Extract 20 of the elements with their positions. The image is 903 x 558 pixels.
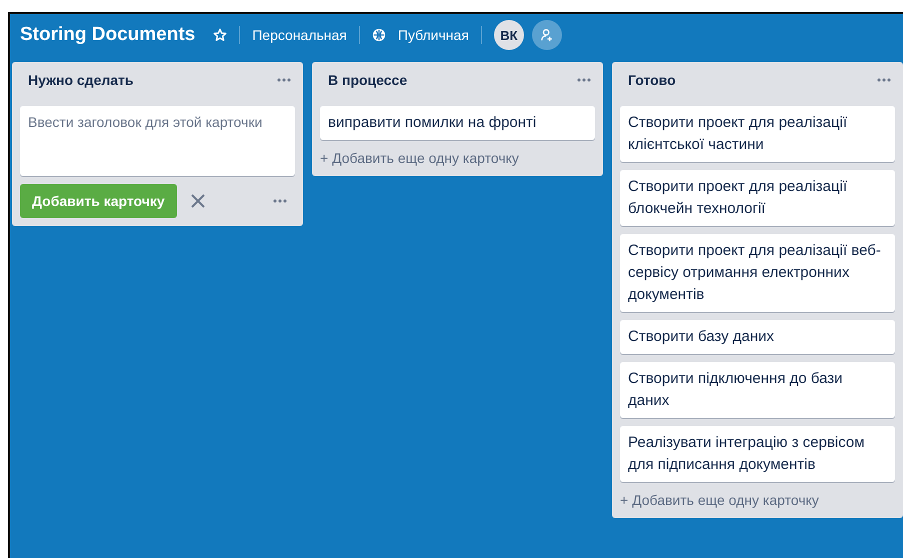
visibility-button[interactable]: Публичная: [394, 27, 473, 43]
globe-icon: [372, 28, 386, 42]
list-title[interactable]: В процессе: [328, 72, 408, 88]
task-card[interactable]: Створити проект для реалізації веб-сервісу отримання електронних документів: [620, 234, 895, 312]
team-button[interactable]: Персональная: [248, 27, 351, 43]
task-card[interactable]: Створити базу даних: [620, 320, 895, 354]
task-card[interactable]: Створити проект для реалізації блокчейн технології: [620, 170, 895, 226]
add-card-link[interactable]: + Добавить еще одну карточку: [320, 148, 595, 168]
card-title-field[interactable]: Ввести заголовок для этой карточки: [20, 106, 295, 176]
add-card-link[interactable]: + Добавить еще одну карточку: [620, 490, 895, 510]
task-card[interactable]: Створити проект для реалізації клієнтської частини: [620, 106, 895, 162]
list-title[interactable]: Готово: [628, 72, 676, 88]
task-card[interactable]: Створити підключення до бази даних: [620, 362, 895, 418]
invite-member-icon[interactable]: [532, 20, 562, 50]
list-title[interactable]: Нужно сделать: [28, 72, 134, 88]
close-icon[interactable]: [188, 192, 207, 210]
task-card[interactable]: Реалізувати інтеграцію з сервісом для підписання документів: [620, 426, 895, 482]
user-avatar[interactable]: ВК: [494, 20, 524, 50]
board-title[interactable]: Storing Documents: [20, 24, 196, 46]
task-card[interactable]: виправити помилки на фронті: [320, 106, 595, 140]
